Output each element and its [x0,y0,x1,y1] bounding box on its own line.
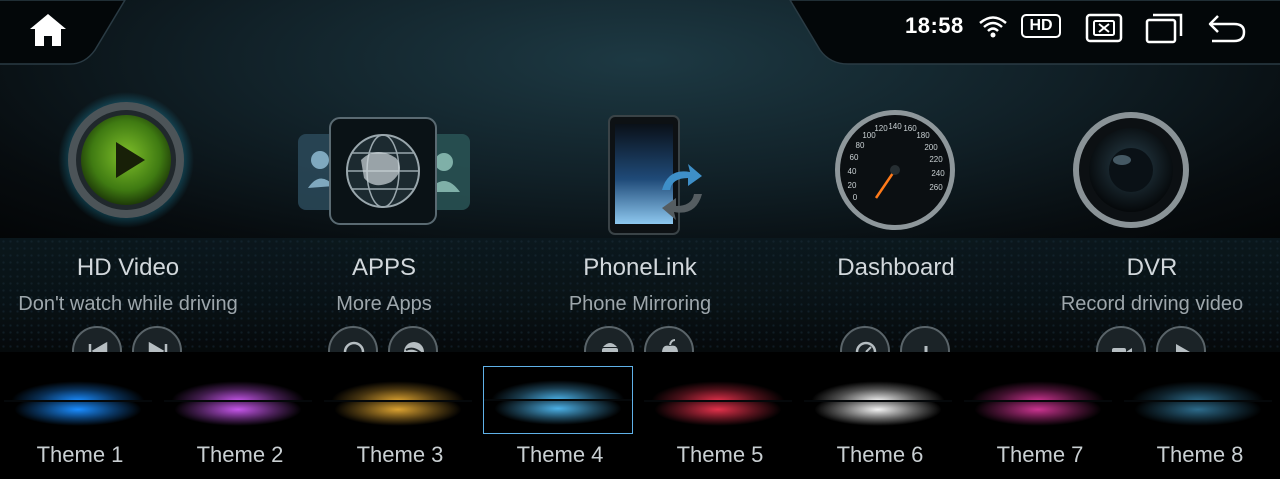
previous-button[interactable] [72,326,122,352]
recent-apps-button[interactable] [1144,12,1184,44]
launcher-panel: 18:58 HD HD Video Don't watch while driv… [0,0,1280,352]
browser-button[interactable] [388,326,438,352]
svg-text:260: 260 [929,183,943,192]
theme-option[interactable]: Theme 5 [640,352,800,479]
app-title: APPS [351,254,417,281]
app-title: Dashboard [837,254,955,281]
theme-thumbnail [164,368,312,432]
svg-text:20: 20 [848,181,857,190]
svg-text:200: 200 [924,143,938,152]
svg-text:120: 120 [874,124,888,133]
svg-text:60: 60 [850,153,859,162]
camera-lens-icon [1073,112,1189,228]
app-apps[interactable]: APPS More Apps [256,90,512,352]
app-subtitle: Phone Mirroring [568,293,712,315]
next-icon [148,341,168,352]
svg-text:180: 180 [916,131,930,140]
theme-label: Theme 2 [196,442,284,467]
back-icon [1208,15,1246,43]
recent-apps-icon [1145,13,1183,44]
theme-thumbnail [964,368,1112,432]
play-icon [58,92,194,228]
apps-settings-button[interactable] [328,326,378,352]
svg-text:140: 140 [888,122,902,131]
app-title: HD Video [76,254,180,281]
app-title: PhoneLink [583,254,697,281]
app-title: DVR [1126,254,1178,281]
app-dvr[interactable]: DVR Record driving video [1024,90,1280,352]
theme-selector: Theme 1 Theme 2 Theme 3 Theme 4 Theme 5 Theme… [0,352,1280,479]
next-button[interactable] [132,326,182,352]
close-window-button[interactable] [1084,12,1124,44]
equalizer-button[interactable] [900,326,950,352]
theme-label: Theme 6 [836,442,924,467]
play-button[interactable] [1156,326,1206,352]
globe-icon [298,117,470,225]
browser-icon [404,342,424,352]
svg-text:160: 160 [903,124,917,133]
theme-thumbnail [324,368,472,432]
apps-settings-icon [343,341,365,352]
theme-thumbnail [644,368,792,432]
app-subtitle: More Apps [336,293,432,315]
status-bar: 18:58 HD [0,0,1280,66]
gauge-icon [855,341,877,352]
theme-thumbnail [483,366,633,434]
svg-text:240: 240 [931,169,945,178]
app-hd-video[interactable]: HD Video Don't watch while driving [0,90,256,352]
theme-option[interactable]: Theme 7 [960,352,1120,479]
svg-text:80: 80 [856,141,865,150]
app-subtitle: Don't watch while driving [18,293,238,315]
phone-sync-icon [608,115,702,235]
apple-icon [662,339,678,352]
svg-text:40: 40 [848,167,857,176]
android-button[interactable] [584,326,634,352]
theme-label: Theme 3 [356,442,444,467]
video-camera-icon [1112,348,1132,352]
home-button[interactable] [26,10,70,50]
theme-option[interactable]: Theme 4 [480,352,640,479]
theme-label: Theme 1 [36,442,124,467]
speedometer-icon: 02040 6080100 120 140 160 180200220 240260 [835,110,955,230]
apple-button[interactable] [644,326,694,352]
theme-label: Theme 4 [516,442,604,467]
theme-label: Theme 7 [996,442,1084,467]
home-icon [30,14,66,46]
android-icon [602,343,618,352]
play-icon [1176,344,1190,352]
theme-option[interactable]: Theme 3 [320,352,480,479]
svg-text:220: 220 [929,155,943,164]
theme-option[interactable]: Theme 6 [800,352,960,479]
theme-thumbnail [804,368,952,432]
video-camera-button[interactable] [1096,326,1146,352]
theme-label: Theme 8 [1156,442,1244,467]
equalizer-icon [918,346,928,352]
theme-label: Theme 5 [676,442,764,467]
theme-option[interactable]: Theme 1 [0,352,160,479]
previous-icon [88,341,108,352]
theme-thumbnail [1124,368,1272,432]
close-window-icon [1085,13,1123,43]
app-phonelink[interactable]: PhoneLink Phone Mirroring [512,90,768,352]
theme-option[interactable]: Theme 2 [160,352,320,479]
app-subtitle: Record driving video [1060,293,1244,315]
hd-badge: HD [1021,14,1061,38]
theme-thumbnail [4,368,152,432]
gauge-button[interactable] [840,326,890,352]
back-button[interactable] [1206,12,1246,44]
wifi-icon [979,16,1007,38]
clock: 18:58 [905,13,964,38]
svg-text:0: 0 [853,193,858,202]
theme-option[interactable]: Theme 8 [1120,352,1280,479]
app-dashboard[interactable]: 0 20 40 60 80 100 120 140 160 180 200 220 240 260… [768,90,1024,352]
